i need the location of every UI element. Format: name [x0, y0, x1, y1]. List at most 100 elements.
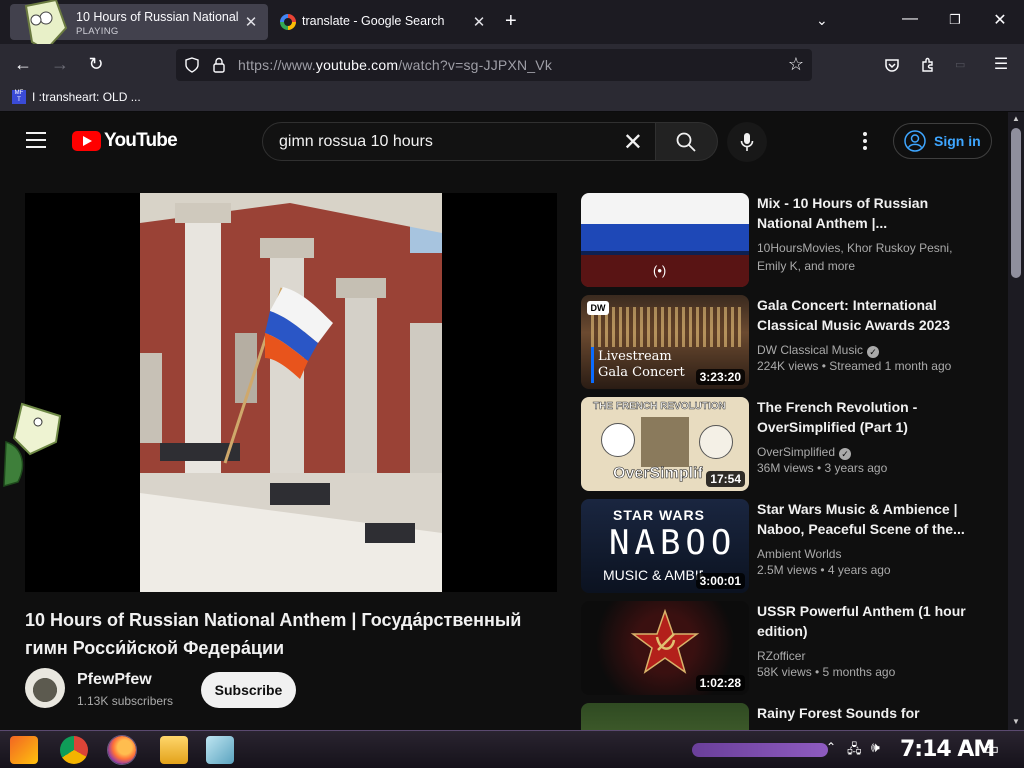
rec-title[interactable]: Mix - 10 Hours of Russian National Anthe… — [757, 193, 967, 233]
rec-channel: Ambient Worlds — [757, 547, 842, 561]
tab-youtube[interactable]: 10 Hours of Russian National Anthem PLAY… — [10, 0, 268, 52]
rec-title[interactable]: Gala Concert: International Classical Mu… — [757, 295, 967, 335]
start-icon[interactable] — [10, 736, 38, 764]
clock[interactable]: 7:14 AM — [900, 737, 995, 762]
avatar[interactable] — [25, 668, 65, 708]
red-star-icon — [630, 608, 700, 674]
thumb-caption: OverSimplified — [613, 465, 703, 482]
scrollbar-thumb[interactable] — [1011, 128, 1021, 278]
search-input[interactable]: gimn rossua 10 hours ✕ — [262, 122, 656, 161]
list-item[interactable]: DW Livestream Gala Concert 3:23:20 Gala … — [581, 295, 981, 389]
back-icon[interactable]: ← — [12, 54, 34, 75]
list-item[interactable]: THE FRENCH REVOLUTION OverSimplified 17:… — [581, 397, 981, 491]
duration-badge: 1:02:28 — [695, 675, 745, 691]
video-thumbnail[interactable]: (•) — [581, 193, 749, 287]
video-thumbnail[interactable]: STAR WARS NABOO MUSIC & AMBIENCE 3:00:01 — [581, 499, 749, 593]
bookmark-item[interactable]: MF T I :transheart: OLD ... — [12, 90, 141, 104]
rec-meta: 2.5M views • 4 years ago — [757, 563, 891, 577]
chevron-down-icon[interactable]: ⌄ — [816, 12, 828, 29]
thumb-caption: NABOO — [609, 523, 737, 563]
logo-text: YouTube — [104, 130, 178, 151]
browser-tab-bar: 10 Hours of Russian National Anthem PLAY… — [0, 0, 1024, 52]
video-thumbnail[interactable] — [581, 703, 749, 730]
url-text: https://www.youtube.com/watch?v=sg-JJPXN… — [238, 57, 553, 73]
network-icon[interactable]: 🖧 — [847, 740, 862, 762]
page-scrollbar[interactable]: ▲ ▼ — [1008, 112, 1024, 730]
rec-meta: 58K views • 5 months ago — [757, 665, 896, 679]
url-bar[interactable]: https://www.youtube.com/watch?v=sg-JJPXN… — [176, 49, 812, 81]
character-sticker-icon — [3, 402, 62, 488]
chrome-icon[interactable] — [60, 736, 88, 764]
scroll-down-icon[interactable]: ▼ — [1012, 717, 1020, 726]
google-icon — [280, 14, 296, 30]
video-thumbnail[interactable]: DW Livestream Gala Concert 3:23:20 — [581, 295, 749, 389]
rec-meta: 36M views • 3 years ago — [757, 461, 888, 475]
search-icon — [676, 132, 696, 152]
pocket-icon[interactable] — [884, 57, 900, 73]
subscribe-button[interactable]: Subscribe — [201, 672, 296, 708]
video-player[interactable] — [25, 193, 557, 592]
more-options-icon[interactable] — [860, 132, 870, 153]
duration-badge: 3:00:01 — [695, 573, 745, 589]
close-icon[interactable]: ✕ — [242, 13, 260, 31]
new-tab-icon[interactable]: + — [505, 10, 517, 33]
extension-slot-icon[interactable]: ▭ — [955, 58, 965, 71]
volume-icon[interactable]: 🕪 — [871, 739, 880, 756]
rec-title[interactable]: Star Wars Music & Ambience | Naboo, Peac… — [757, 499, 967, 539]
rec-title[interactable]: The French Revolution - OverSimplified (… — [757, 397, 967, 437]
rec-meta: 224K views • Streamed 1 month ago — [757, 359, 952, 373]
rec-channel: DW Classical Music ✓ — [757, 341, 967, 359]
youtube-play-icon — [72, 131, 101, 151]
tab-title: translate - Google Search — [302, 14, 445, 28]
search-query: gimn rossua 10 hours — [279, 133, 433, 150]
voice-search-button[interactable] — [727, 122, 767, 162]
tab-title: 10 Hours of Russian National Anthem — [76, 10, 240, 24]
menu-icon[interactable]: ☰ — [990, 54, 1012, 74]
clear-icon[interactable]: ✕ — [623, 128, 643, 157]
close-icon[interactable]: ✕ — [470, 13, 488, 31]
window-close-icon[interactable]: ✕ — [990, 10, 1010, 30]
tab-google[interactable]: translate - Google Search ✕ — [274, 4, 496, 40]
mix-radio-icon: (•) — [653, 263, 667, 278]
notification-icon[interactable]: ▭ — [984, 739, 999, 759]
youtube-page: YouTube gimn rossua 10 hours ✕ Sign in 1… — [0, 112, 1008, 730]
lock-icon — [213, 57, 225, 73]
forward-icon[interactable]: → — [49, 54, 71, 75]
channel-name[interactable]: PfewPfew — [77, 671, 152, 689]
search-button[interactable] — [656, 122, 718, 161]
app-icon[interactable] — [206, 736, 234, 764]
rec-channel: 10HoursMovies, Khor Ruskoy Pesni, Emily … — [757, 241, 953, 273]
scroll-up-icon[interactable]: ▲ — [1012, 114, 1020, 123]
firefox-icon[interactable] — [107, 735, 137, 765]
sign-in-label: Sign in — [934, 133, 981, 149]
verified-icon: ✓ — [867, 346, 880, 358]
thumb-caption: STAR WARS — [613, 507, 705, 523]
list-item[interactable]: (•) Mix - 10 Hours of Russian National A… — [581, 193, 981, 287]
account-icon — [904, 130, 926, 152]
rec-channel: OverSimplified ✓ — [757, 443, 967, 461]
tray-expand-icon[interactable]: ⌃ — [826, 740, 836, 754]
reload-icon[interactable]: ↻ — [85, 54, 107, 75]
minimize-icon[interactable]: — — [900, 10, 920, 28]
video-thumbnail[interactable]: 1:02:28 — [581, 601, 749, 695]
star-icon[interactable]: ☆ — [788, 54, 804, 75]
extensions-icon[interactable] — [920, 57, 936, 73]
youtube-logo[interactable]: YouTube — [72, 130, 178, 152]
shield-icon — [185, 57, 199, 73]
sign-in-button[interactable]: Sign in — [893, 123, 992, 159]
list-item[interactable]: Rainy Forest Sounds for — [581, 703, 981, 730]
folder-icon[interactable] — [160, 736, 188, 764]
bookmarks-bar: MF T I :transheart: OLD ... — [0, 86, 1024, 112]
rec-title[interactable]: Rainy Forest Sounds for — [757, 703, 967, 723]
list-item[interactable]: 1:02:28 USSR Powerful Anthem (1 hour edi… — [581, 601, 981, 695]
bookmark-label: I :transheart: OLD ... — [32, 90, 141, 104]
bookmark-favicon-icon: MF T — [12, 90, 26, 104]
subscriber-count: 1.13K subscribers — [77, 694, 174, 708]
hamburger-menu-icon[interactable] — [26, 132, 46, 153]
rec-channel: RZofficer — [757, 649, 806, 663]
list-item[interactable]: STAR WARS NABOO MUSIC & AMBIENCE 3:00:01… — [581, 499, 981, 593]
rec-title[interactable]: USSR Powerful Anthem (1 hour edition) — [757, 601, 967, 641]
restore-icon[interactable]: ❐ — [945, 12, 965, 28]
video-thumbnail[interactable]: THE FRENCH REVOLUTION OverSimplified 17:… — [581, 397, 749, 491]
thumb-caption: Livestream Gala Concert — [598, 349, 685, 380]
